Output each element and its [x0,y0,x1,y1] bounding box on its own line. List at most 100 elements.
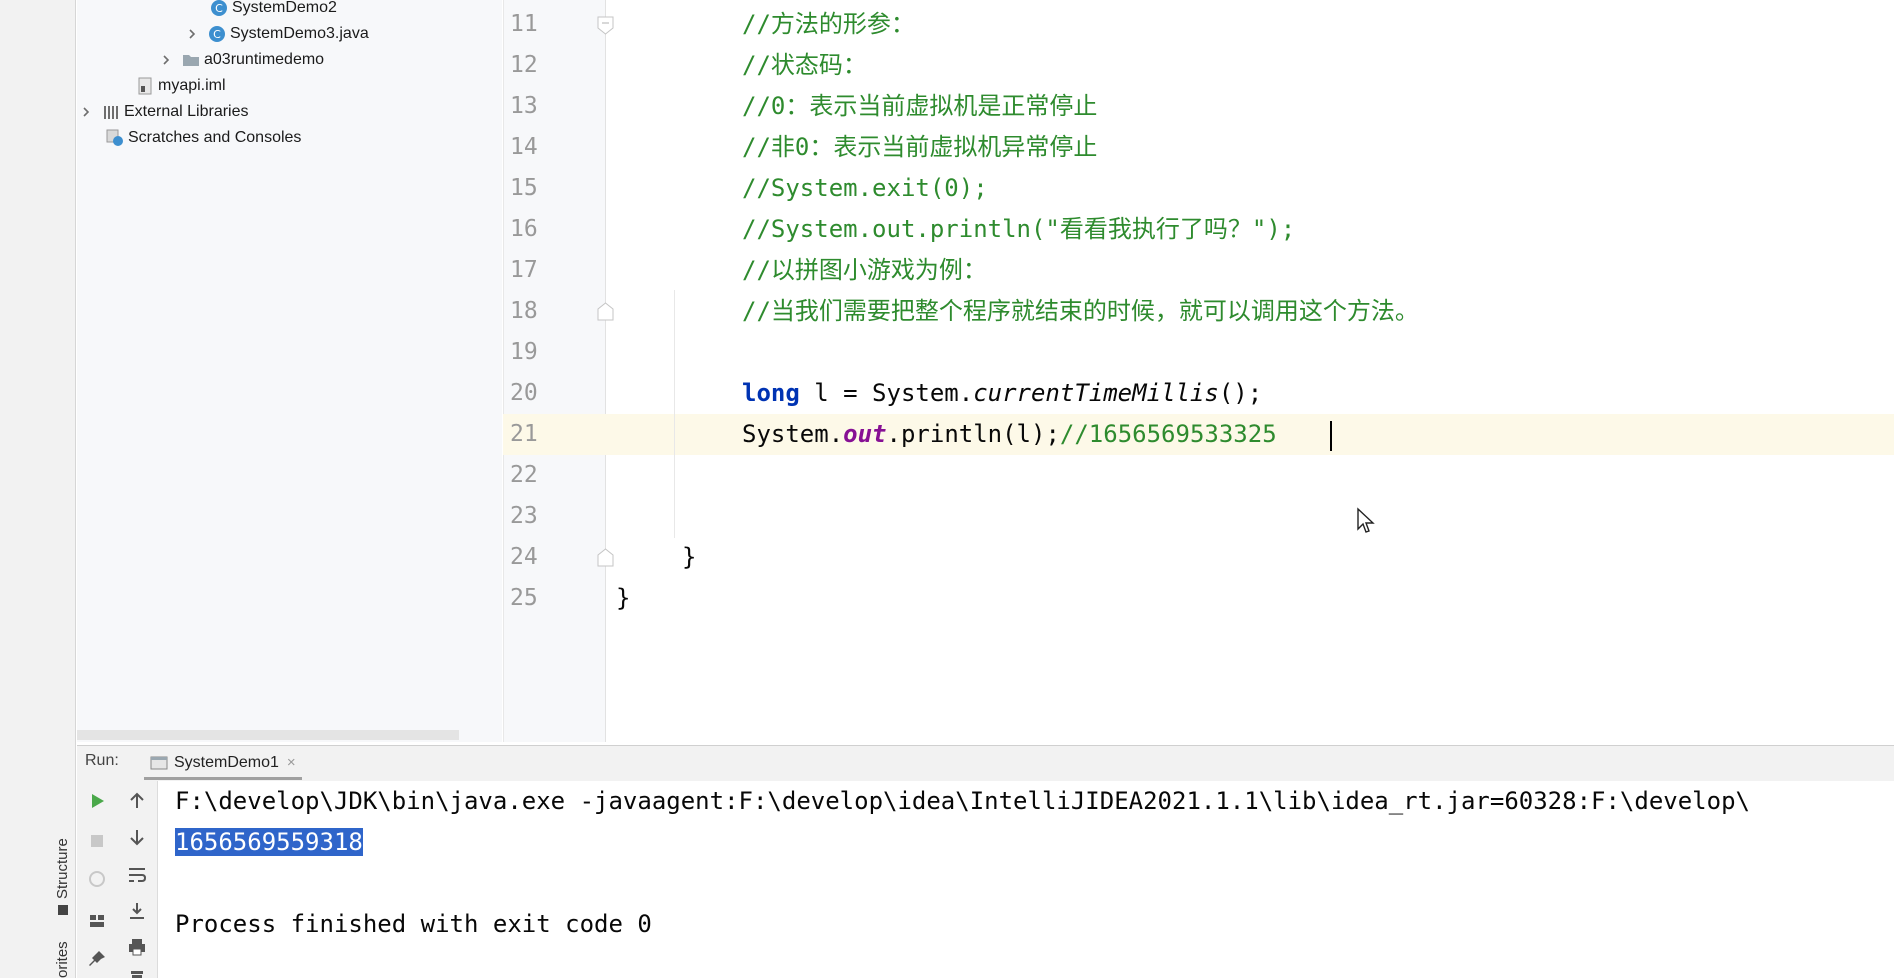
tree-horizontal-scrollbar[interactable] [77,730,459,740]
tree-item-systemdemo3[interactable]: C SystemDemo3.java [186,21,369,47]
tree-item-label: a03runtimedemo [204,51,325,68]
chevron-right-icon[interactable] [80,106,92,118]
code-line-15: //System.exit(0); [742,174,988,202]
code-text: (); [1218,379,1263,407]
line-number: 22 [510,462,538,488]
code-line-21: System.out.println(l);//1656569533325 [742,414,1277,455]
code-line-16: //System.out.println("看看我执行了吗？"); [742,215,1296,243]
favorites-side-tab-label: orites [54,941,71,978]
java-class-icon: C [210,0,228,17]
structure-side-tab[interactable]: Structure [54,838,71,915]
chevron-right-icon[interactable] [160,54,172,66]
tree-item-label: myapi.iml [158,77,226,94]
play-icon [92,794,104,808]
mouse-cursor-icon [1357,507,1375,533]
trash-icon [131,971,143,978]
console-command-line: F:\develop\JDK\bin\java.exe -javaagent:F… [175,787,1750,815]
run-toolbar-primary [77,781,117,978]
code-line-14: //非0：表示当前虚拟机异常停止 [742,133,1098,161]
run-tab-title: SystemDemo1 [174,753,279,771]
arrow-down-icon [130,830,144,846]
fold-end-marker-icon[interactable] [597,548,614,567]
line-number: 12 [510,52,538,78]
module-file-icon [136,77,154,95]
code-comment: //1656569533325 [1059,420,1277,448]
close-icon[interactable]: × [287,754,296,771]
method-name: currentTimeMillis [973,379,1219,407]
layout-button[interactable] [85,909,109,933]
text-caret [1330,421,1332,451]
code-line-12: //状态码： [742,51,867,79]
print-icon [129,939,145,956]
soft-wrap-button[interactable] [125,863,149,887]
run-panel-header [77,745,1894,781]
line-number: 19 [510,339,538,365]
line-number: 25 [510,585,538,611]
print-button[interactable] [125,935,149,959]
line-number: 20 [510,380,538,406]
code-text: System. [742,420,844,448]
code-line-18: //当我们需要把整个程序就结束的时候，就可以调用这个方法。 [742,297,1419,325]
console-output-line: 1656569559318 [175,822,363,862]
indent-guide [674,290,675,538]
scratches-icon [106,129,124,147]
structure-side-tab-label: Structure [54,838,71,899]
fold-marker-icon[interactable] [597,16,614,35]
soft-wrap-icon [129,868,147,882]
run-toolbar-secondary [117,781,158,978]
line-number: 13 [510,93,538,119]
restore-icon [89,871,105,887]
structure-icon [58,905,69,915]
code-line-13: //0：表示当前虚拟机是正常停止 [742,92,1098,120]
tree-item-label: SystemDemo3.java [230,25,369,42]
line-number: 21 [510,421,538,447]
code-line-25: } [616,584,631,612]
code-text: .println(l); [886,420,1060,448]
folder-icon [182,51,200,69]
line-number: 24 [510,544,538,570]
tree-item-a03runtimedemo[interactable]: a03runtimedemo [160,47,324,73]
scroll-to-end-icon [130,903,144,919]
code-line-24: } [682,543,697,571]
restore-layout-button[interactable] [85,867,109,891]
line-number: 15 [510,175,538,201]
static-field-out: out [843,420,887,448]
stop-button[interactable] [85,829,109,853]
stop-icon [91,835,103,847]
tree-item-label: External Libraries [124,103,249,120]
console-tab-icon [150,756,168,769]
layout-icon [90,915,104,927]
library-icon [102,103,120,121]
arrow-up-icon [130,792,144,808]
fold-end-marker-icon[interactable] [597,302,614,321]
pin-icon [89,951,105,966]
keyword-long: long [742,379,800,407]
scroll-down-button[interactable] [125,825,149,849]
run-tab-systemdemo1[interactable]: SystemDemo1 × [144,748,302,780]
line-number: 23 [510,503,538,529]
tree-item-scratches[interactable]: Scratches and Consoles [106,125,301,151]
java-class-icon: C [208,25,226,43]
clear-all-button[interactable] [125,967,149,978]
scroll-up-button[interactable] [125,789,149,813]
line-number: 11 [510,11,538,37]
tree-item-systemdemo2[interactable]: C SystemDemo2 [210,0,337,21]
favorites-side-tab[interactable]: orites [54,941,71,978]
code-line-11: //方法的形参： [742,10,915,38]
rerun-button[interactable] [85,789,109,813]
code-line-20: long l = System.currentTimeMillis(); [742,373,1262,414]
chevron-right-icon[interactable] [186,28,198,40]
line-number: 17 [510,257,538,283]
left-tool-strip: Structure orites [0,0,76,978]
code-line-17: //以拼图小游戏为例： [742,256,987,284]
scroll-to-end-button[interactable] [125,899,149,923]
code-text: l = System. [799,379,974,407]
tree-item-myapi-iml[interactable]: myapi.iml [136,73,226,99]
tree-item-label: SystemDemo2 [232,0,337,16]
tree-item-label: Scratches and Consoles [128,129,302,146]
tree-item-external-libraries[interactable]: External Libraries [80,99,249,125]
console-finished-line: Process finished with exit code 0 [175,910,652,938]
pin-tab-button[interactable] [85,947,109,971]
line-number: 14 [510,134,538,160]
svg-text:C: C [213,28,221,41]
